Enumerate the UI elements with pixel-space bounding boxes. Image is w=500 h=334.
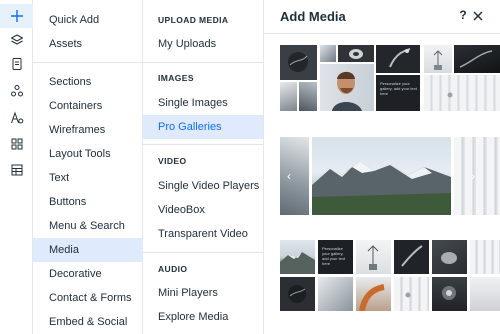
page-icon [10,57,24,71]
help-button[interactable]: ? [457,8,469,24]
submenu-my-uploads[interactable]: My Uploads [143,32,263,56]
tile-caption: Personalize your gallery, add your text … [380,81,417,96]
gallery-tile [320,45,336,62]
sections-button[interactable] [0,132,33,156]
gallery-tile [299,82,317,111]
gallery-tile [338,45,374,62]
gallery-tile [424,45,452,73]
category-embed-social[interactable]: Embed & Social [33,310,143,334]
gallery-tile [470,240,500,274]
heading-audio: AUDIO [158,264,188,274]
add-categories-list: Quick Add Assets Sections Containers Wir… [33,0,143,334]
close-button[interactable] [471,9,485,23]
layers-button[interactable] [0,28,33,52]
close-icon [471,10,485,27]
media-submenu: UPLOAD MEDIA My Uploads IMAGES Single Im… [143,0,264,334]
layers-icon [10,33,24,47]
category-menu-search[interactable]: Menu & Search [33,214,143,238]
category-buttons[interactable]: Buttons [33,190,143,214]
chevron-left-icon[interactable]: ‹ [284,169,294,183]
category-wireframes[interactable]: Wireframes [33,118,143,142]
submenu-videobox[interactable]: VideoBox [143,198,263,222]
categories-divider [33,62,143,63]
heading-video: VIDEO [158,156,187,166]
category-assets[interactable]: Assets [33,32,143,56]
gallery-tile [432,277,467,311]
submenu-divider [143,62,263,63]
gallery-tile [454,45,500,73]
slider-side-image: › [454,137,500,215]
gallery-tile [470,277,500,311]
gallery-preset-slider[interactable]: ‹ › [280,137,500,215]
category-decorative[interactable]: Decorative [33,262,143,286]
gallery-tile [280,82,297,111]
submenu-pro-galleries[interactable]: Pro Galleries [143,115,263,139]
submenu-single-video-players[interactable]: Single Video Players [143,174,263,198]
gallery-tile [356,277,391,311]
add-media-panel: Add Media ? Personalize your gallery, ad… [264,0,500,334]
gallery-text-tile: Personalize your gallery, add your text … [318,240,353,274]
gallery-tile [280,277,315,311]
submenu-divider [143,144,263,145]
gallery-preset-mosaic[interactable]: Personalize your gallery, add your text … [280,45,500,111]
apps-icon [10,84,24,98]
category-quick-add[interactable]: Quick Add [33,8,143,32]
cms-button[interactable] [0,158,33,182]
category-media[interactable]: Media [33,238,143,262]
submenu-mini-players[interactable]: Mini Players [143,281,263,305]
gallery-tile [394,277,429,311]
submenu-transparent-video[interactable]: Transparent Video [143,222,263,246]
tile-caption: Personalize your gallery, add your text … [322,246,346,266]
category-text[interactable]: Text [33,166,143,190]
category-layout-tools[interactable]: Layout Tools [33,142,143,166]
heading-images: IMAGES [158,73,194,83]
gallery-tile [424,75,500,111]
gallery-tile [394,240,429,274]
submenu-divider [143,252,263,253]
gallery-tile [432,240,467,274]
gallery-tile [280,240,315,274]
gallery-tile [376,45,420,73]
category-sections[interactable]: Sections [33,70,143,94]
panel-title: Add Media [280,9,346,24]
panel-header: Add Media ? [264,0,500,34]
gallery-tile [356,240,391,274]
submenu-explore-media[interactable]: Explore Media [143,305,263,329]
slider-side-image: ‹ [280,137,309,215]
icon-rail [0,0,33,334]
grid-icon [10,137,24,151]
table-icon [10,163,24,177]
heading-upload-media: UPLOAD MEDIA [158,15,229,25]
apps-button[interactable] [0,79,33,103]
design-button[interactable] [0,106,33,130]
gallery-tile [320,64,374,111]
add-elements-button[interactable] [0,4,33,28]
slider-main-image [312,137,451,215]
category-contact-forms[interactable]: Contact & Forms [33,286,143,310]
gallery-tile [280,45,317,80]
text-style-icon [10,111,24,125]
gallery-tile [318,277,353,311]
category-containers[interactable]: Containers [33,94,143,118]
plus-icon [10,9,24,23]
gallery-preset-grid[interactable]: Personalize your gallery, add your text … [280,240,500,316]
chevron-right-icon[interactable]: › [468,169,478,183]
pages-button[interactable] [0,52,33,76]
submenu-single-images[interactable]: Single Images [143,91,263,115]
gallery-text-tile: Personalize your gallery, add your text … [376,75,420,111]
